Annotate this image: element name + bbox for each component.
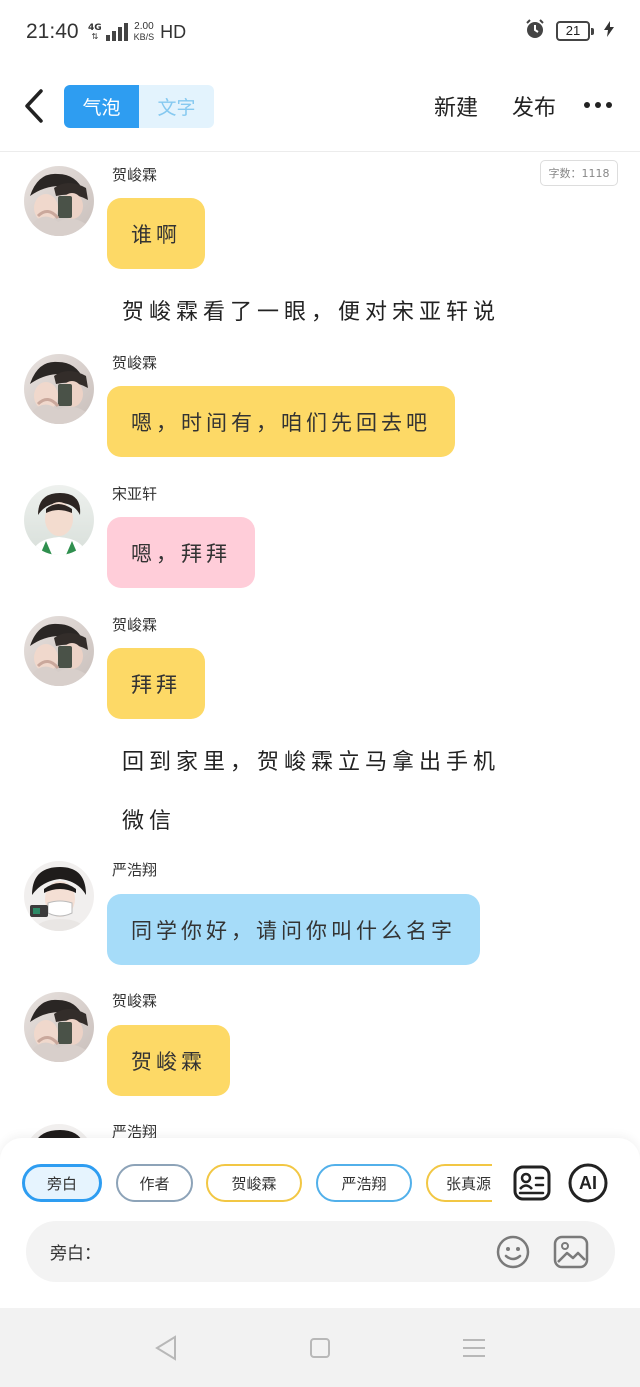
message-input[interactable]: 旁白： — [26, 1221, 615, 1282]
role-chip-yan-haoxiang[interactable]: 严浩翔 — [316, 1164, 412, 1202]
role-selector: 旁白 作者 贺峻霖 严浩翔 张真源 — [22, 1164, 492, 1204]
charging-icon — [604, 21, 614, 41]
role-chip-he-junlin[interactable]: 贺峻霖 — [206, 1164, 302, 1202]
avatar[interactable] — [24, 485, 94, 555]
publish-button[interactable]: 发布 — [512, 90, 556, 122]
signal-bars-icon — [105, 23, 128, 41]
nav-home-button[interactable] — [306, 1334, 334, 1362]
more-dots-icon[interactable] — [584, 102, 612, 108]
alarm-icon — [524, 18, 546, 44]
speed-unit: KB/S — [133, 32, 155, 42]
sender-name: 严浩翔 — [112, 861, 158, 879]
emoji-button[interactable] — [494, 1233, 532, 1271]
nav-back-button[interactable] — [152, 1334, 180, 1362]
role-chip-author[interactable]: 作者 — [116, 1164, 193, 1202]
tab-bubble[interactable]: 气泡 — [64, 85, 139, 128]
word-count-badge: 字数：1118 — [540, 160, 618, 186]
nav-menu-button[interactable] — [460, 1334, 488, 1362]
back-button[interactable] — [18, 86, 50, 126]
narration-text[interactable]: 贺峻霖看了一眼，便对宋亚轩说 — [122, 294, 500, 326]
character-card-icon — [513, 1165, 551, 1201]
composer-panel: 旁白 作者 贺峻霖 严浩翔 张真源 AI 旁白： — [0, 1138, 640, 1308]
message-bubble[interactable]: 嗯，时间有，咱们先回去吧 — [107, 386, 455, 457]
message-bubble[interactable]: 贺峻霖 — [107, 1025, 230, 1096]
speed-value: 2.00 — [134, 21, 154, 32]
sender-name: 贺峻霖 — [112, 166, 158, 184]
system-nav-bar — [0, 1308, 640, 1387]
chevron-left-icon — [25, 89, 43, 123]
hd-indicator: HD — [160, 21, 187, 42]
avatar[interactable] — [24, 861, 94, 931]
ai-label: AI — [579, 1172, 597, 1193]
menu-lines-icon — [463, 1339, 485, 1357]
updown-arrows-icon: ⇅ — [91, 31, 99, 41]
tab-text[interactable]: 文字 — [139, 85, 214, 128]
square-home-icon — [310, 1338, 330, 1358]
network-indicator: 4G ⇅ 2.00 KB/S HD — [88, 20, 186, 44]
message-bubble[interactable]: 嗯，拜拜 — [107, 517, 255, 588]
battery-indicator: 21 — [556, 21, 594, 41]
ai-button[interactable]: AI — [567, 1162, 609, 1204]
view-mode-toggle: 气泡 文字 — [64, 85, 214, 128]
narration-text[interactable]: 回到家里，贺峻霖立马拿出手机 — [122, 744, 500, 776]
sender-name: 贺峻霖 — [112, 992, 158, 1010]
sender-name: 宋亚轩 — [112, 485, 158, 503]
message-bubble[interactable]: 同学你好，请问你叫什么名字 — [107, 894, 480, 965]
image-icon — [553, 1235, 589, 1269]
character-card-button[interactable] — [511, 1162, 553, 1204]
status-time: 21:40 — [26, 20, 79, 43]
narration-text[interactable]: 微信 — [122, 803, 176, 835]
sender-name: 贺峻霖 — [112, 616, 158, 634]
role-chip-narrator[interactable]: 旁白 — [22, 1164, 102, 1202]
avatar[interactable] — [24, 616, 94, 686]
image-button[interactable] — [552, 1233, 590, 1271]
triangle-back-icon — [155, 1335, 176, 1361]
message-bubble[interactable]: 谁啊 — [107, 198, 205, 269]
input-role-label: 旁白： — [50, 1244, 101, 1264]
top-app-bar: 气泡 文字 新建 发布 — [0, 64, 640, 152]
avatar[interactable] — [24, 354, 94, 424]
new-button[interactable]: 新建 — [434, 90, 478, 122]
status-bar: 21:40 4G ⇅ 2.00 KB/S HD 21 — [0, 0, 640, 64]
avatar[interactable] — [24, 992, 94, 1062]
emoji-icon — [496, 1235, 530, 1269]
role-chip-zhang-zhenyuan[interactable]: 张真源 — [426, 1164, 492, 1202]
avatar[interactable] — [24, 166, 94, 236]
sender-name: 贺峻霖 — [112, 354, 158, 372]
message-bubble[interactable]: 拜拜 — [107, 648, 205, 719]
